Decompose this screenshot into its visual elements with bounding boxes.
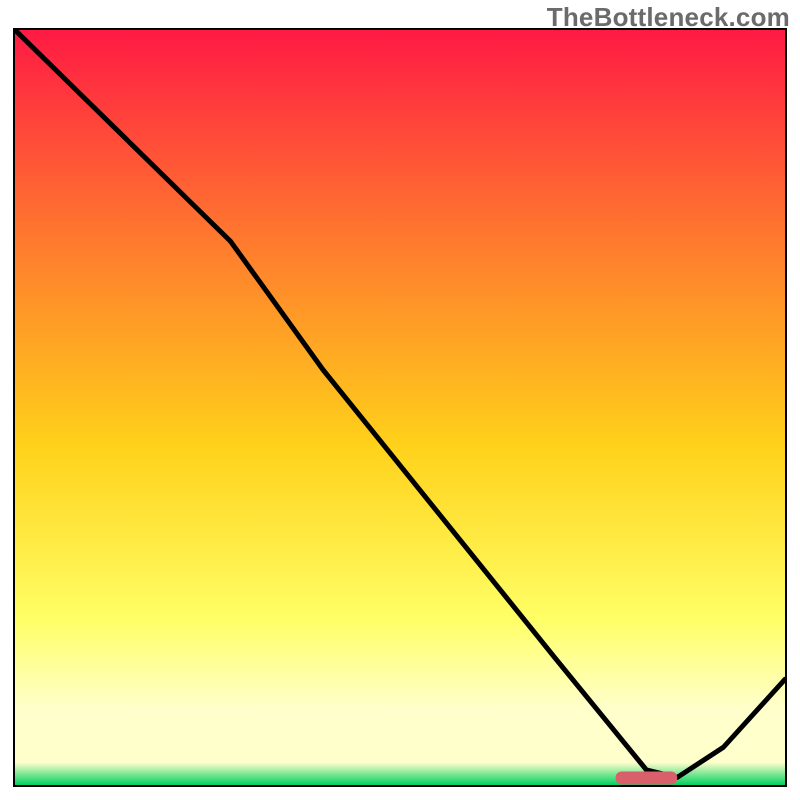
chart-svg [15, 30, 785, 785]
plot-box [13, 28, 787, 787]
chart-stage: TheBottleneck.com [0, 0, 800, 800]
optimal-marker [616, 771, 678, 784]
